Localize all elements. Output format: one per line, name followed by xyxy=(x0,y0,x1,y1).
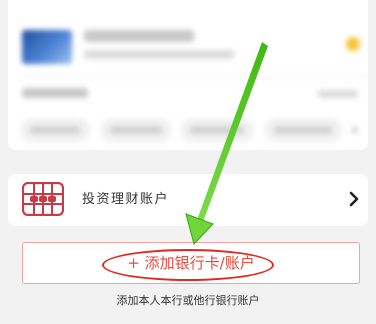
account-number-placeholder xyxy=(84,50,234,59)
account-card[interactable] xyxy=(8,0,368,150)
add-account-hint: 添加本人本行或他行银行账户 xyxy=(116,294,260,307)
card-divider xyxy=(22,76,368,77)
highlight-circle xyxy=(102,249,274,281)
quick-action-chip[interactable] xyxy=(264,118,342,142)
quick-action-chip[interactable] xyxy=(180,118,254,142)
investment-account-row[interactable]: 投资理财账户 xyxy=(8,174,368,226)
account-name-placeholder xyxy=(84,30,194,42)
detail-link-placeholder xyxy=(318,90,358,98)
account-status-dot xyxy=(346,37,360,51)
balance-placeholder xyxy=(22,88,88,98)
investment-account-label: 投资理财账户 xyxy=(82,192,170,207)
abacus-icon xyxy=(22,182,64,216)
quick-action-chip[interactable] xyxy=(100,118,172,142)
bank-card-logo xyxy=(22,30,72,64)
chip-more-placeholder xyxy=(352,126,358,134)
quick-action-chip[interactable] xyxy=(20,118,90,142)
chevron-right-icon[interactable] xyxy=(348,191,360,207)
